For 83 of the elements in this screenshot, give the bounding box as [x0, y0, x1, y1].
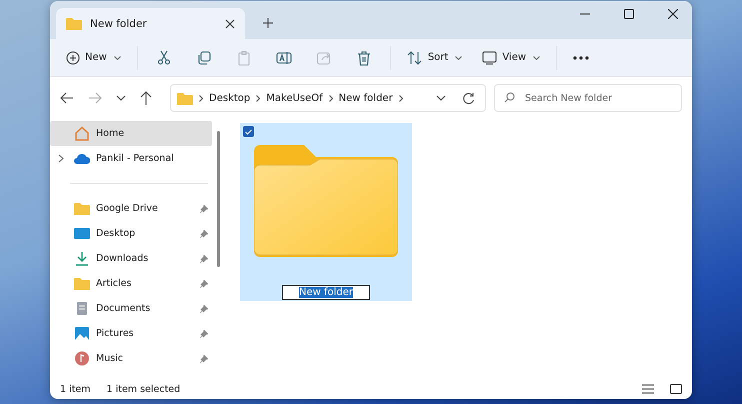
status-text: 1 item selected	[106, 384, 180, 394]
chevron-down-icon[interactable]	[436, 95, 446, 101]
new-button[interactable]: New	[58, 46, 129, 68]
share-icon	[316, 50, 332, 66]
sidebar-item-label: Pictures	[96, 328, 135, 339]
pin-icon	[200, 280, 208, 288]
trash-icon	[356, 50, 372, 66]
chevron-down-icon	[455, 56, 462, 60]
chevron-down-icon	[533, 56, 540, 60]
up-icon[interactable]	[140, 91, 152, 105]
rename-icon	[276, 50, 292, 66]
address-bar[interactable]: Desktop MakeUseOf New folder	[170, 84, 486, 112]
folder-icon	[74, 201, 90, 216]
sidebar-item-label: Pankil - Personal	[96, 153, 175, 164]
folder-icon	[66, 16, 82, 30]
close-icon[interactable]	[668, 9, 678, 19]
close-icon[interactable]	[225, 18, 235, 28]
sidebar-item-label: Articles	[96, 278, 132, 289]
folder-tile[interactable]: New folder	[240, 123, 412, 301]
details-view-icon[interactable]	[642, 384, 654, 394]
scissors-icon	[156, 50, 172, 66]
status-text: 1 item	[60, 384, 91, 394]
folder-icon	[254, 145, 398, 257]
view-button[interactable]: View	[474, 46, 548, 68]
tiles-view-icon[interactable]	[670, 384, 682, 394]
maximize-icon[interactable]	[624, 9, 634, 19]
pin-icon	[200, 254, 208, 262]
expand-chevron-icon[interactable]	[58, 154, 64, 163]
add-tab-icon[interactable]	[263, 18, 273, 28]
search-field[interactable]: Search New folder	[494, 84, 682, 112]
sidebar-item[interactable]: Downloads	[50, 246, 212, 271]
chevron-right-icon	[328, 94, 333, 102]
sidebar-item[interactable]: Google Drive	[50, 196, 212, 221]
tab-label: New folder	[90, 18, 148, 30]
download-icon	[74, 251, 90, 266]
scrollbar[interactable]	[217, 131, 220, 267]
folder-icon	[74, 276, 90, 291]
chevron-right-icon	[199, 94, 203, 102]
chevron-right-icon	[398, 94, 403, 102]
music-note-icon	[74, 351, 90, 366]
pin-icon	[200, 330, 208, 338]
document-icon	[74, 301, 90, 316]
back-icon[interactable]	[60, 92, 74, 104]
pin-icon	[200, 304, 208, 312]
sidebar-item[interactable]: Home	[50, 121, 212, 146]
window-tab[interactable]: New folder	[56, 8, 245, 39]
checkbox[interactable]	[243, 126, 254, 137]
pin-icon	[200, 230, 208, 238]
breadcrumb[interactable]: MakeUseOf	[266, 92, 323, 104]
chevron-down-icon	[114, 56, 121, 60]
sidebar-item[interactable]: Desktop	[50, 221, 212, 246]
folder-icon	[177, 92, 193, 104]
sort-button[interactable]: Sort	[398, 46, 470, 68]
chevron-down-icon[interactable]	[116, 95, 126, 101]
cloud-icon	[74, 151, 90, 166]
sidebar-item-label: Home	[96, 128, 126, 139]
sidebar-item-label: Desktop	[96, 228, 136, 239]
copy-icon	[196, 50, 212, 66]
clipboard-icon	[236, 50, 252, 66]
chevron-right-icon	[256, 94, 260, 102]
rename-field[interactable]: New folder	[282, 285, 370, 300]
sort-arrows-icon	[406, 50, 423, 64]
house-icon	[74, 126, 90, 141]
picture-icon	[74, 326, 90, 341]
search-icon	[504, 92, 515, 103]
sidebar-item-label: Documents	[96, 303, 152, 314]
pin-icon	[200, 354, 208, 362]
sidebar-item[interactable]: Documents	[50, 296, 212, 321]
sidebar-item[interactable]: Pictures	[50, 321, 212, 346]
sidebar-item[interactable]: Articles	[50, 271, 212, 296]
plus-circle-icon	[66, 50, 80, 64]
breadcrumb[interactable]: Desktop	[209, 92, 250, 104]
sidebar-item[interactable]: Pankil - Personal	[50, 146, 212, 171]
desktop-icon	[74, 226, 90, 241]
sidebar-item-label: Music	[96, 353, 124, 364]
breadcrumb[interactable]: New folder	[338, 92, 393, 104]
sidebar-item[interactable]: Music	[50, 346, 212, 371]
monitor-icon	[482, 50, 498, 64]
more-options-icon[interactable]	[573, 56, 590, 60]
refresh-icon[interactable]	[462, 92, 475, 104]
sidebar-item-label: Google Drive	[96, 203, 159, 214]
pin-icon	[200, 204, 208, 212]
sidebar-item-label: Downloads	[96, 253, 150, 264]
